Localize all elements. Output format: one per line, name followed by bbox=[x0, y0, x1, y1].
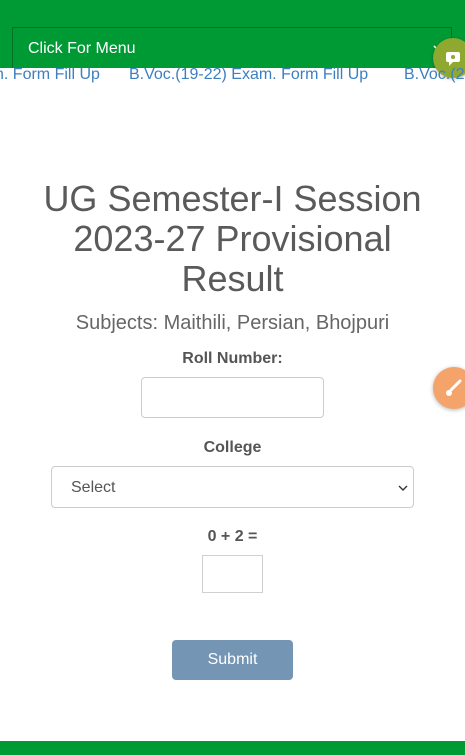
captcha-question: 0 + 2 = bbox=[207, 528, 258, 545]
marquee-link[interactable]: n. Form Fill Up bbox=[0, 66, 100, 84]
marquee-link[interactable]: B.Voc.(2 bbox=[404, 66, 464, 84]
roll-number-label: Roll Number: bbox=[182, 350, 283, 367]
menu-toggle-label: Click For Menu bbox=[28, 40, 136, 57]
marquee-link[interactable]: B.Voc.(19-22) Exam. Form Fill Up bbox=[129, 66, 368, 84]
college-label: College bbox=[203, 439, 262, 456]
college-select[interactable]: Select bbox=[51, 466, 414, 508]
floating-theme-button[interactable] bbox=[433, 367, 465, 409]
submit-button[interactable]: Submit bbox=[172, 640, 293, 680]
chat-icon bbox=[446, 52, 460, 66]
menu-toggle-button[interactable]: Click For Menu bbox=[12, 27, 452, 68]
announcement-marquee: n. Form Fill Up B.Voc.(19-22) Exam. Form… bbox=[0, 66, 465, 88]
page-title: UG Semester-I Session 2023-27 Provisiona… bbox=[43, 178, 422, 299]
chevron-down-icon bbox=[398, 485, 408, 491]
roll-number-input[interactable] bbox=[141, 377, 324, 418]
captcha-answer-input[interactable] bbox=[202, 555, 263, 593]
page-subtitle: Subjects: Maithili, Persian, Bhojpuri bbox=[75, 312, 390, 334]
college-select-value: Select bbox=[71, 479, 116, 496]
paintbrush-icon bbox=[446, 379, 462, 396]
footer-bar bbox=[0, 741, 465, 755]
top-header-bar: Click For Menu bbox=[0, 0, 465, 68]
